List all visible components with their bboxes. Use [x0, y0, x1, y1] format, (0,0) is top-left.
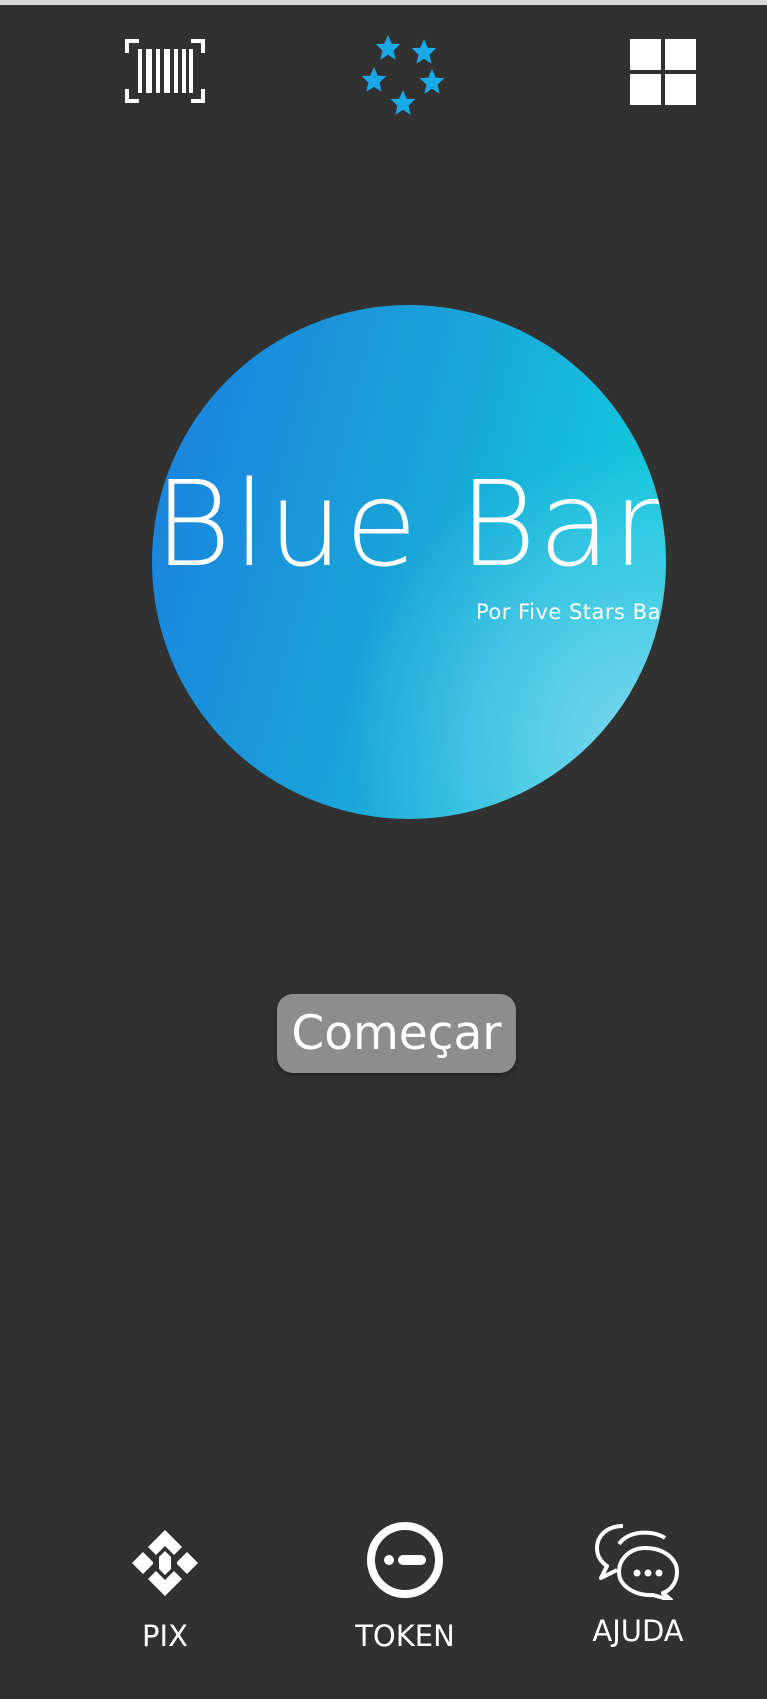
- nav-item-pix[interactable]: PIX: [75, 1525, 255, 1655]
- pix-icon: [132, 1530, 198, 1596]
- system-top-strip: [0, 0, 767, 5]
- nav-item-token[interactable]: TOKEN: [315, 1520, 495, 1660]
- token-icon: [367, 1522, 443, 1598]
- start-button[interactable]: Começar: [277, 994, 516, 1073]
- grid-menu-icon[interactable]: [630, 39, 696, 105]
- logo-title: Blue Bank: [154, 455, 666, 593]
- nav-label-token: TOKEN: [355, 1619, 455, 1653]
- barcode-scan-icon[interactable]: [125, 39, 205, 103]
- stars-logo-icon[interactable]: [356, 30, 448, 118]
- nav-label-pix: PIX: [142, 1619, 188, 1653]
- blue-bank-logo: Blue Bank Por Five Stars Bank: [152, 305, 666, 819]
- nav-item-help[interactable]: AJUDA: [548, 1520, 728, 1655]
- logo-subtitle: Por Five Stars Bank: [476, 600, 666, 624]
- nav-label-help: AJUDA: [592, 1614, 684, 1648]
- chat-help-icon: [595, 1524, 679, 1600]
